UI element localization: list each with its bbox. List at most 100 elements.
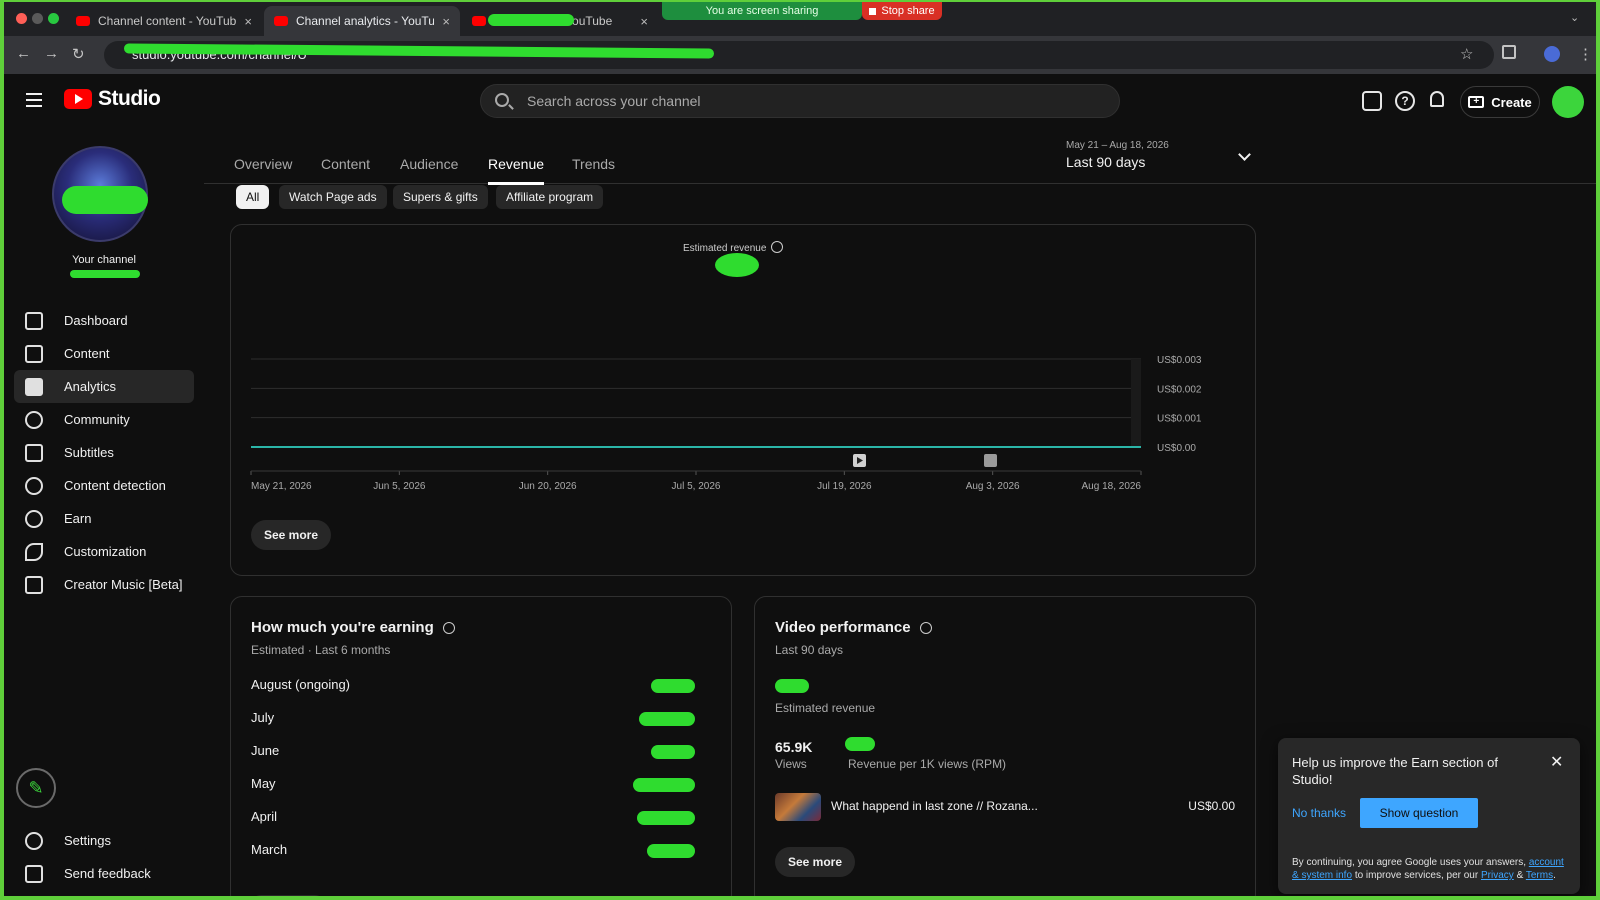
close-icon[interactable]: ✕ [1550, 752, 1563, 772]
tab-search-chevron-icon[interactable]: ⌄ [1570, 11, 1579, 24]
youtube-favicon-icon [274, 16, 288, 26]
tab-overview[interactable]: Overview [234, 156, 292, 182]
redaction-mark [845, 737, 875, 751]
tab-audience[interactable]: Audience [400, 156, 458, 182]
help-icon[interactable]: ? [1395, 91, 1415, 111]
x-tick-label: Aug 3, 2026 [966, 481, 1020, 492]
edit-pencil-button[interactable]: ✎ [16, 768, 56, 808]
redaction-mark [633, 778, 695, 792]
community-icon [25, 410, 43, 429]
sidebar-item-settings[interactable]: Settings [14, 824, 194, 857]
tab-trends[interactable]: Trends [572, 156, 615, 182]
video-performance-title: Video performance [775, 619, 932, 636]
tab-revenue[interactable]: Revenue [488, 156, 545, 185]
chart-right-band [1131, 359, 1141, 447]
app-window: Channel content - YouTube Studio × Chann… [4, 2, 1596, 896]
feedback-icon [25, 864, 43, 883]
sidebar-item-content-detection[interactable]: Content detection [14, 469, 194, 502]
video-performance-card: Video performance Last 90 days Estimated… [754, 596, 1256, 896]
popup-title: Help us improve the Earn section of Stud… [1292, 755, 1498, 787]
chip-all[interactable]: All [236, 185, 270, 209]
y-tick-label: US$0.003 [1157, 355, 1202, 366]
subtitles-icon [25, 443, 43, 462]
close-icon[interactable]: × [244, 14, 252, 29]
views-label: Views [775, 757, 807, 771]
sidebar-item-earn[interactable]: Earn [14, 502, 194, 535]
content-detection-icon [25, 476, 43, 495]
x-tick-label: Jun 20, 2026 [519, 481, 577, 492]
revenue-chart: US$0.003 US$0.002 US$0.001 US$0.00 May 21, 2… [250, 355, 1202, 492]
redaction-mark [637, 811, 695, 825]
browser-tabstrip: Channel content - YouTube Studio × Chann… [4, 2, 1596, 36]
studio-header: Studio ? + Create [4, 74, 1596, 130]
no-thanks-button[interactable]: No thanks [1292, 806, 1346, 820]
redaction-mark [639, 712, 695, 726]
x-tick-label: May 21, 2026 [251, 481, 312, 492]
date-range-picker[interactable]: May 21 – Aug 18, 2026 Last 90 days [1066, 140, 1256, 170]
redaction-mark [775, 679, 809, 693]
chart-see-more-button[interactable]: See more [251, 520, 332, 550]
maximize-window-icon[interactable] [48, 13, 59, 24]
chip-affiliate-program[interactable]: Affiliate program [496, 185, 604, 209]
top-video-title[interactable]: What happend in last zone // Rozana... [831, 799, 1038, 813]
earning-card: How much you're earning Estimated · Last… [230, 596, 732, 896]
extensions-icon[interactable] [1502, 45, 1516, 59]
show-question-button[interactable]: Show question [1360, 798, 1478, 828]
terms-link[interactable]: Terms [1526, 870, 1553, 881]
chip-supers-gifts[interactable]: Supers & gifts [393, 185, 488, 209]
earning-row: June [251, 743, 713, 763]
bookmark-star-icon[interactable]: ☆ [1460, 45, 1473, 63]
minimize-window-icon[interactable] [32, 13, 43, 24]
stop-share-button[interactable]: Stop share [862, 2, 942, 20]
browser-tab-content[interactable]: Channel content - YouTube Studio × [66, 6, 262, 36]
studio-logo-text: Studio [98, 87, 161, 110]
sidebar-item-community[interactable]: Community [14, 403, 194, 436]
chip-watch-page-ads[interactable]: Watch Page ads [279, 185, 387, 209]
content-icon [25, 344, 43, 363]
video-see-more-button[interactable]: See more [775, 847, 856, 877]
tab-content[interactable]: Content [321, 156, 370, 182]
earning-title: How much you're earning [251, 619, 455, 636]
popup-fine-print: By continuing, you agree Google uses you… [1292, 857, 1564, 881]
earning-row: August (ongoing) [251, 677, 713, 697]
creator-music-icon [25, 575, 43, 594]
sidebar-item-customization[interactable]: Customization [14, 535, 194, 568]
browser-tab-analytics[interactable]: Channel analytics - YouTube Studio × [264, 6, 460, 36]
sidebar-item-dashboard[interactable]: Dashboard [14, 304, 194, 337]
messages-icon[interactable] [1362, 91, 1382, 111]
profile-icon[interactable] [1544, 46, 1560, 62]
notifications-bell-icon[interactable] [1430, 91, 1444, 107]
sidebar-item-content[interactable]: Content [14, 337, 194, 370]
customization-icon [25, 542, 43, 561]
search-input[interactable] [527, 91, 1087, 111]
close-window-icon[interactable] [16, 13, 27, 24]
stop-icon [869, 7, 877, 15]
sidebar-item-creator-music[interactable]: Creator Music [Beta] [14, 568, 194, 601]
forward-icon[interactable]: → [44, 45, 59, 62]
video-thumbnail[interactable] [775, 793, 821, 821]
x-tick-label: Jul 5, 2026 [672, 481, 721, 492]
video-marker-icon [984, 454, 997, 467]
privacy-link[interactable]: Privacy [1481, 870, 1514, 881]
search-bar[interactable] [480, 84, 1120, 118]
earning-row: May [251, 776, 713, 796]
more-menu-icon[interactable]: ⋮ [1578, 45, 1593, 63]
sidebar-item-subtitles[interactable]: Subtitles [14, 436, 194, 469]
account-avatar[interactable] [1552, 86, 1584, 118]
close-icon[interactable]: × [640, 14, 648, 29]
youtube-logo-icon[interactable] [64, 89, 92, 109]
your-channel-label: Your channel [72, 254, 136, 266]
revenue-chart-card: Estimated revenue US$0.003 US$0.002 US$0.0… [230, 224, 1256, 576]
back-icon[interactable]: ← [16, 45, 31, 62]
earning-see-more-button[interactable] [251, 895, 325, 896]
redaction-mark [488, 14, 574, 26]
close-icon[interactable]: × [442, 14, 450, 29]
sidebar-item-send-feedback[interactable]: Send feedback [14, 857, 194, 890]
reload-icon[interactable]: ↻ [72, 45, 85, 63]
menu-icon[interactable] [26, 93, 42, 107]
x-tick-label: Aug 18, 2026 [1082, 481, 1142, 492]
create-button[interactable]: + Create [1460, 86, 1540, 118]
sidebar-item-analytics[interactable]: Analytics [14, 370, 194, 403]
earning-row: July [251, 710, 713, 730]
settings-icon [25, 831, 43, 850]
